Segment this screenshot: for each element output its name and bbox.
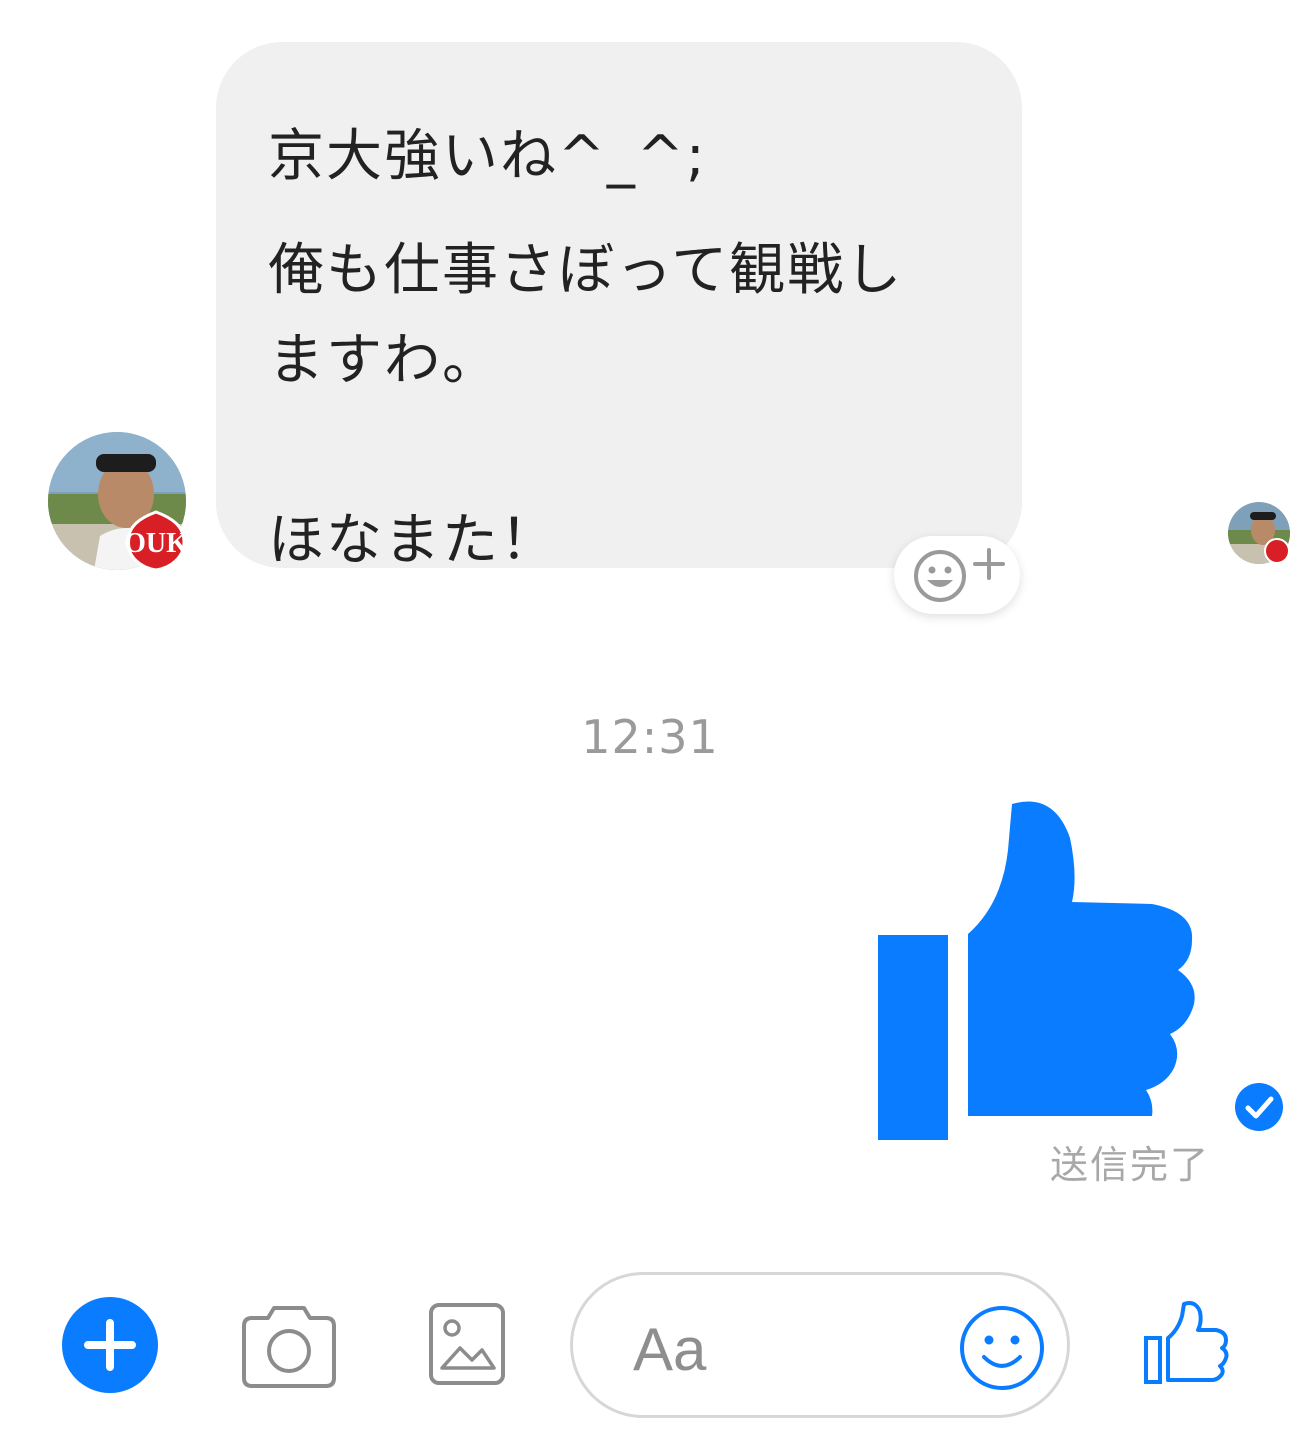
like-icon bbox=[1144, 1301, 1229, 1384]
add-reaction-button[interactable] bbox=[894, 536, 1020, 614]
thumbs-up-icon[interactable] bbox=[876, 800, 1198, 1142]
add-reaction-icon bbox=[914, 548, 1005, 602]
seen-avatar bbox=[1228, 502, 1290, 564]
badge-icon: OUK bbox=[124, 510, 188, 572]
incoming-message-bubble[interactable]: 京大強いね^_^; 俺も仕事さぼって観戦し ますわ。 ほなまた！ bbox=[216, 42, 1022, 573]
message-line: 京大強いね^_^; bbox=[268, 124, 707, 189]
message-line: ほなまた！ bbox=[268, 508, 558, 573]
badge-icon bbox=[1264, 538, 1290, 564]
plus-icon bbox=[62, 1297, 158, 1393]
svg-text:OUK: OUK bbox=[124, 528, 188, 559]
gallery-icon bbox=[429, 1303, 505, 1385]
camera-icon bbox=[242, 1306, 336, 1388]
plus-button[interactable] bbox=[62, 1297, 158, 1393]
emoji-icon bbox=[960, 1306, 1044, 1390]
timestamp: 12:31 bbox=[581, 710, 719, 764]
like-button[interactable] bbox=[1142, 1300, 1230, 1386]
message-input[interactable] bbox=[633, 1315, 953, 1384]
camera-button[interactable] bbox=[240, 1302, 338, 1390]
message-line: 俺も仕事さぼって観戦し bbox=[268, 238, 904, 303]
gallery-button[interactable] bbox=[428, 1302, 506, 1386]
emoji-button[interactable] bbox=[957, 1303, 1047, 1393]
sent-status: 送信完了 bbox=[1050, 1143, 1211, 1187]
sender-avatar[interactable]: OUK bbox=[48, 432, 188, 572]
message-composer bbox=[570, 1272, 1070, 1418]
message-line: ますわ。 bbox=[268, 328, 500, 393]
sent-check-icon bbox=[1234, 1082, 1284, 1132]
